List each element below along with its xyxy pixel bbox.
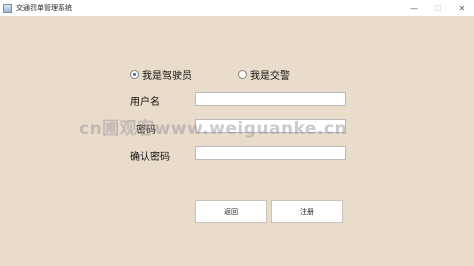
radio-police-label: 我是交警 xyxy=(250,71,290,82)
username-input[interactable] xyxy=(195,92,346,106)
register-window: 交通罚单管理系统 — ☐ ✕ 我是驾驶员 我是交警 用户名 密码 确认密码 返回… xyxy=(0,0,474,266)
title-bar: 交通罚单管理系统 — ☐ ✕ xyxy=(0,0,474,16)
radio-driver-label: 我是驾驶员 xyxy=(142,71,192,82)
username-label: 用户名 xyxy=(130,97,160,108)
confirm-password-label: 确认密码 xyxy=(130,152,170,163)
radio-unchecked-icon xyxy=(238,70,247,79)
close-button[interactable]: ✕ xyxy=(450,0,474,16)
radio-driver[interactable]: 我是驾驶员 xyxy=(130,67,192,82)
maximize-button[interactable]: ☐ xyxy=(426,0,450,16)
back-button[interactable]: 返回 xyxy=(195,200,267,223)
window-controls: — ☐ ✕ xyxy=(402,0,474,16)
password-input[interactable] xyxy=(195,119,346,133)
radio-checked-icon xyxy=(130,70,139,79)
register-button[interactable]: 注册 xyxy=(271,200,343,223)
confirm-password-input[interactable] xyxy=(195,146,346,160)
password-label: 密码 xyxy=(136,125,156,136)
window-title: 交通罚单管理系统 xyxy=(16,4,72,12)
radio-police[interactable]: 我是交警 xyxy=(238,67,290,82)
app-icon xyxy=(3,3,12,13)
minimize-button[interactable]: — xyxy=(402,0,426,16)
